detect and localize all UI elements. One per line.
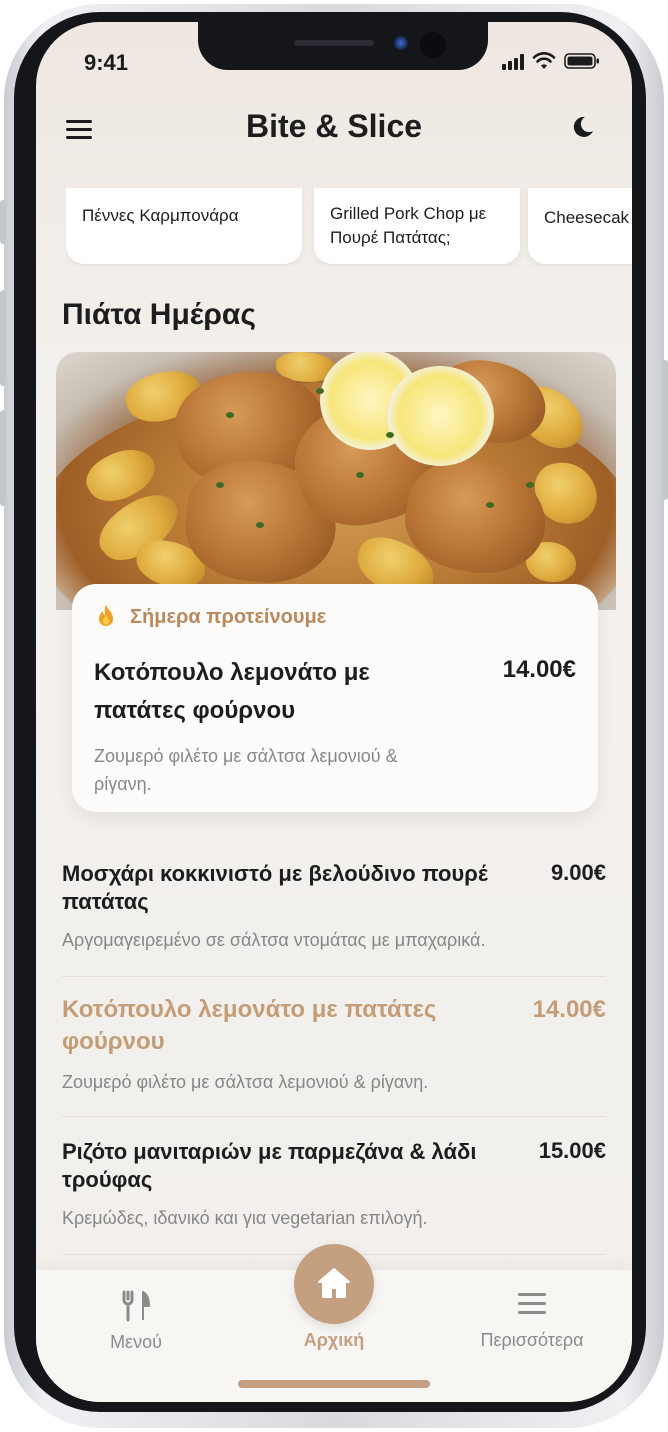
home-indicator bbox=[238, 1380, 430, 1388]
featured-dish-price: 14.00€ bbox=[502, 656, 576, 683]
menu-item-description: Ζουμερό φιλέτο με σάλτσα λεμονιού & ρίγα… bbox=[62, 1072, 429, 1092]
status-icons bbox=[502, 52, 600, 70]
featured-dish-name: Κοτόπουλο λεμονάτο με πατάτες φούρνου bbox=[94, 659, 370, 724]
featured-tag: Σήμερα προτείνουμε bbox=[130, 606, 327, 628]
camera-icon bbox=[394, 36, 408, 50]
nav-label-home[interactable]: Αρχική bbox=[284, 1330, 384, 1351]
status-time: 9:41 bbox=[84, 50, 129, 75]
menu-item-price: 9.00€ bbox=[550, 860, 606, 885]
menu-item-description: Αργομαγειρεμένο σε σάλτσα ντομάτας με μπ… bbox=[62, 930, 486, 950]
speaker bbox=[294, 40, 374, 46]
menu-item-price: 14.00€ bbox=[532, 996, 606, 1023]
quick-item-label: Πέννες Καρμπονάρα bbox=[82, 206, 239, 225]
quick-item-card[interactable]: Πέννες Καρμπονάρα bbox=[66, 188, 302, 264]
menu-item[interactable]: Ριζότο μανιταριών με παρμεζάνα & λάδι τρ… bbox=[62, 1138, 606, 1248]
quick-item-card[interactable]: Cheesecak bbox=[528, 188, 632, 264]
power-button bbox=[662, 360, 668, 500]
fork-knife-icon bbox=[122, 1290, 150, 1322]
volume-up-button bbox=[0, 290, 6, 386]
screen: 9:41 Bite & Slice Πέννες Καρμπονάρα Gril… bbox=[36, 22, 632, 1402]
nav-item-more[interactable]: Περισσότερα bbox=[462, 1290, 602, 1351]
menu-item-name: Ριζότο μανιταριών με παρμεζάνα & λάδι τρ… bbox=[62, 1139, 477, 1192]
menu-item[interactable]: Μοσχάρι κοκκινιστό με βελούδινο πουρέ πα… bbox=[62, 860, 606, 980]
bottom-navigation: Μενού Αρχική Περισσότερα bbox=[36, 1244, 632, 1402]
notch bbox=[198, 22, 488, 70]
divider bbox=[62, 1116, 606, 1117]
section-title: Πιάτα Ημέρας bbox=[62, 298, 256, 331]
featured-dish-image[interactable] bbox=[56, 352, 616, 610]
home-button[interactable] bbox=[294, 1244, 374, 1324]
quick-items-carousel[interactable]: Πέννες Καρμπονάρα Grilled Pork Chop με Π… bbox=[66, 188, 632, 266]
fire-icon bbox=[99, 605, 113, 626]
featured-dish-card[interactable]: Σήμερα προτείνουμε Κοτόπουλο λεμονάτο με… bbox=[72, 584, 598, 812]
dark-mode-moon-icon[interactable] bbox=[570, 114, 596, 140]
app-header: Bite & Slice bbox=[36, 106, 632, 162]
menu-item-name: Κοτόπουλο λεμονάτο με πατάτες φούρνου bbox=[62, 996, 437, 1055]
volume-down-button bbox=[0, 410, 6, 506]
quick-item-label: Cheesecak bbox=[544, 208, 630, 227]
menu-item-price: 15.00€ bbox=[538, 1138, 606, 1163]
nav-item-menu[interactable]: Μενού bbox=[96, 1290, 176, 1353]
nav-label-menu: Μενού bbox=[110, 1332, 162, 1352]
app-title: Bite & Slice bbox=[245, 108, 423, 144]
wifi-icon bbox=[532, 52, 556, 69]
divider bbox=[62, 976, 606, 977]
front-camera bbox=[420, 32, 446, 58]
home-icon bbox=[318, 1268, 350, 1298]
menu-item-name: Μοσχάρι κοκκινιστό με βελούδινο πουρέ πα… bbox=[62, 861, 488, 914]
menu-item-selected[interactable]: Κοτόπουλο λεμονάτο με πατάτες φούρνου 14… bbox=[62, 994, 606, 1114]
nav-label-more: Περισσότερα bbox=[480, 1330, 584, 1350]
featured-dish-description: Ζουμερό φιλέτο με σάλτσα λεμονιού & ρίγα… bbox=[94, 746, 398, 794]
battery-icon bbox=[564, 53, 599, 69]
signal-icon bbox=[502, 54, 524, 70]
quick-item-card[interactable]: Grilled Pork Chop με Πουρέ Πατάτας; bbox=[314, 188, 520, 264]
menu-item-description: Κρεμώδες, ιδανικό και για vegetarian επι… bbox=[62, 1208, 428, 1228]
mute-switch bbox=[0, 200, 6, 244]
quick-item-label: Grilled Pork Chop με Πουρέ Πατάτας; bbox=[330, 204, 487, 247]
more-menu-icon bbox=[518, 1293, 546, 1314]
